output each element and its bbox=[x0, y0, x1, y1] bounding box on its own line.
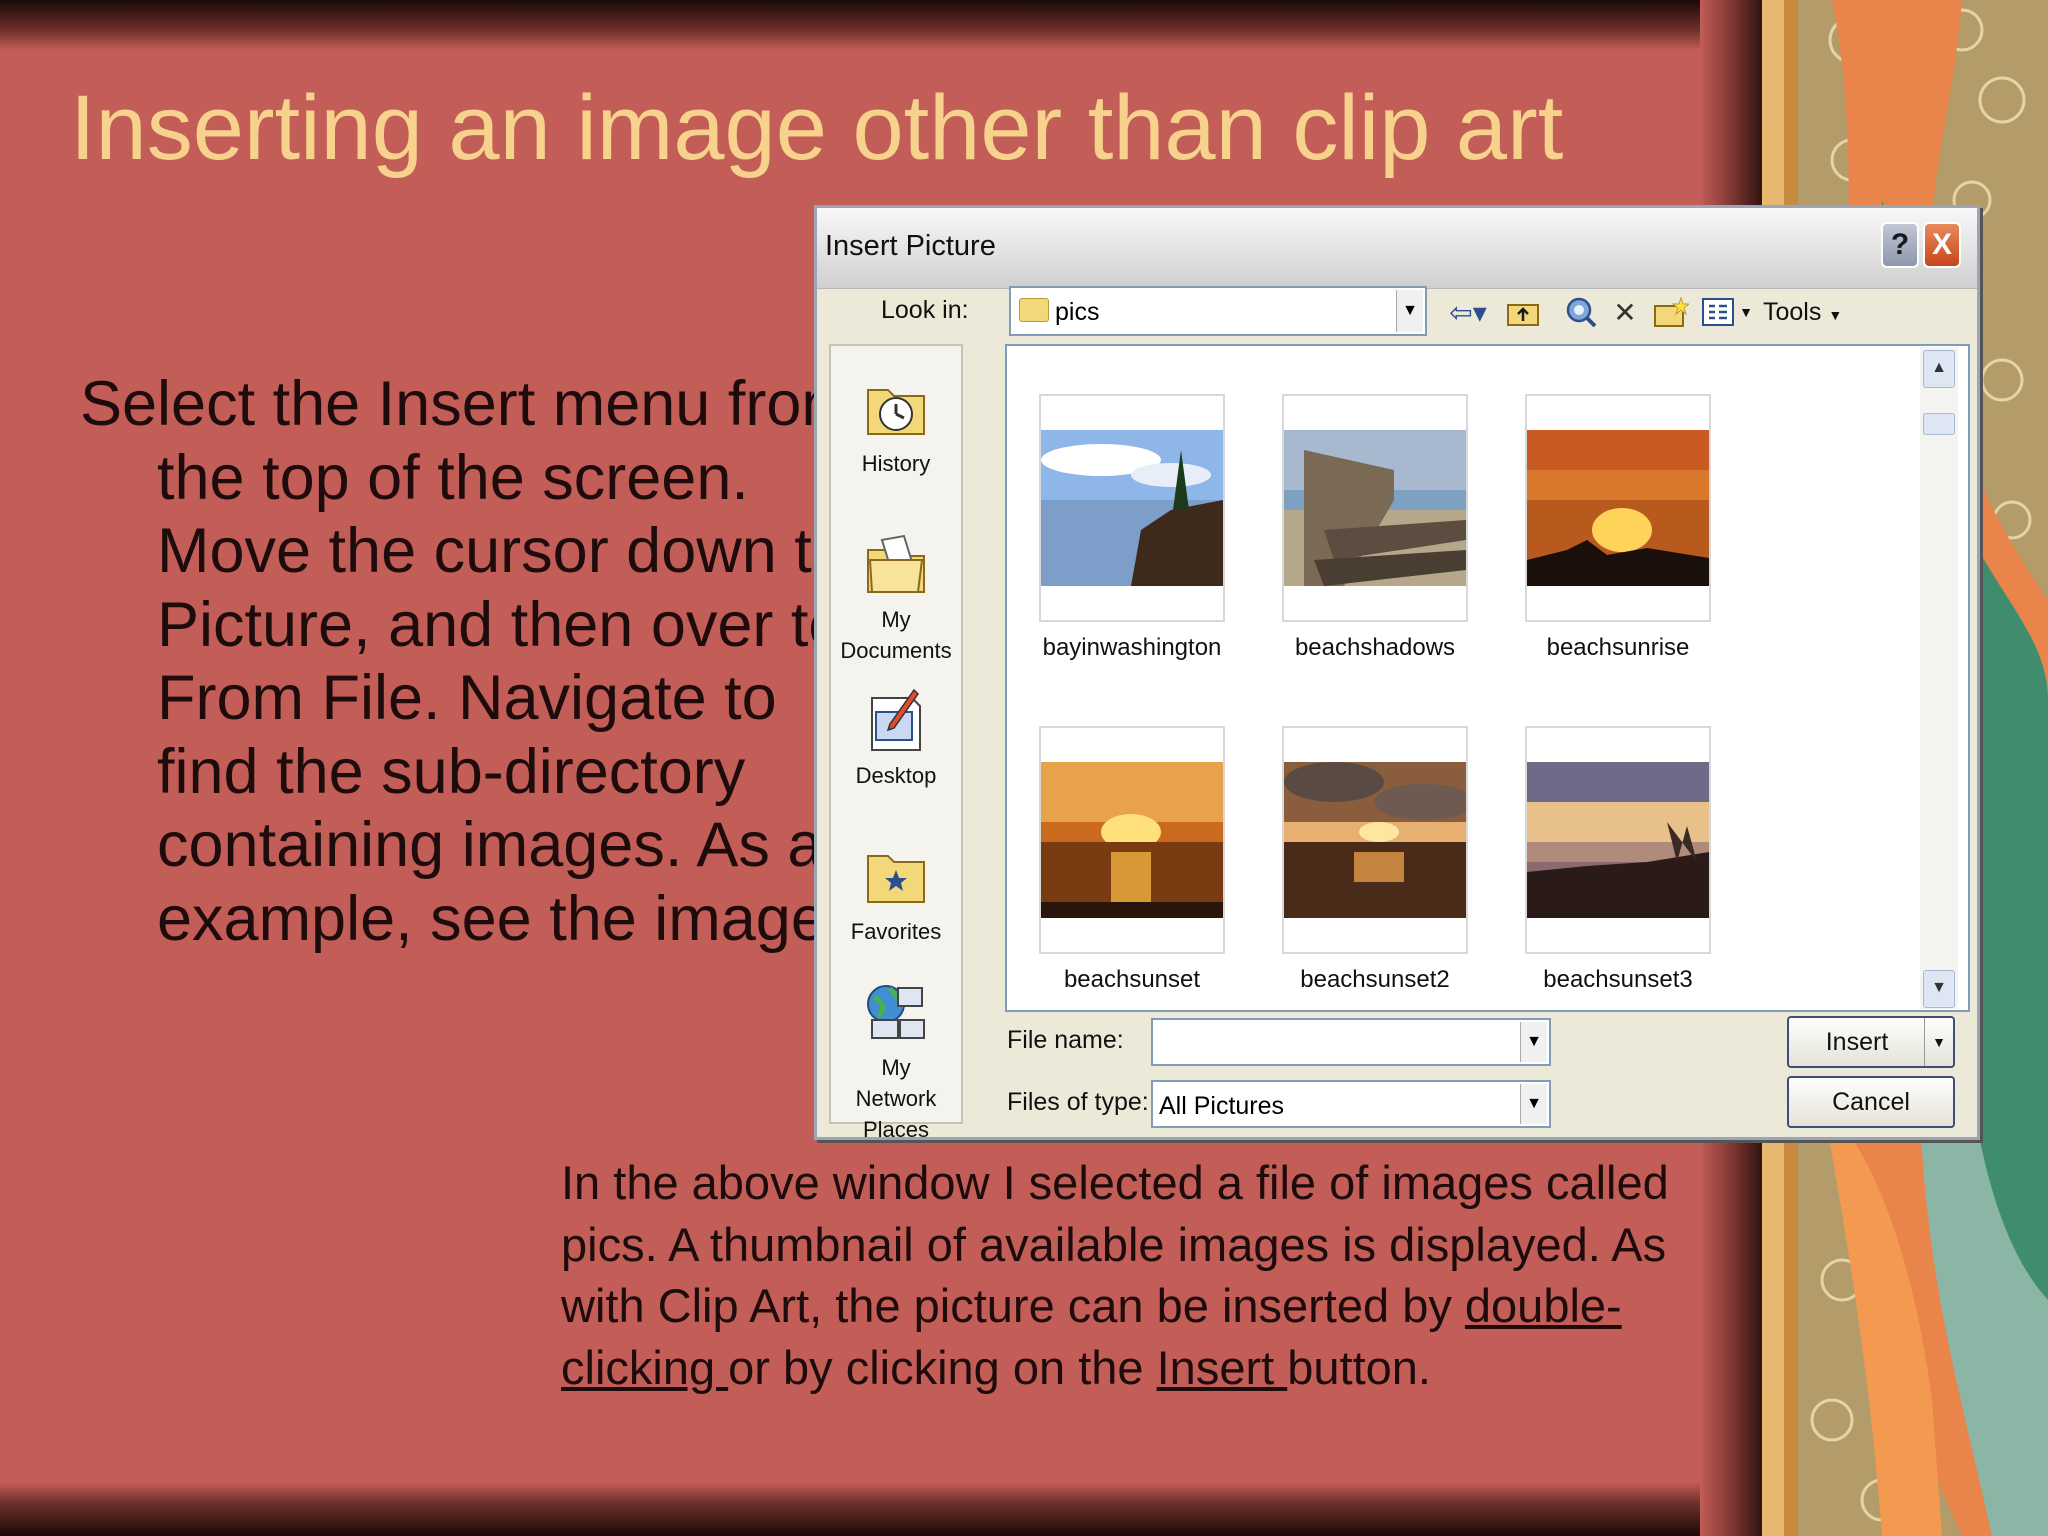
dialog-title: Insert Picture bbox=[825, 230, 996, 262]
search-web-icon[interactable] bbox=[1561, 292, 1601, 332]
caption-text: button. bbox=[1287, 1340, 1431, 1394]
slide-title: Inserting an image other than clip art bbox=[70, 77, 1564, 179]
file-name-input[interactable]: ▼ bbox=[1151, 1018, 1551, 1066]
place-label: My Documents bbox=[840, 607, 952, 663]
files-of-type-label: Files of type: bbox=[1007, 1088, 1149, 1116]
thumbnail-beachsunrise[interactable] bbox=[1525, 394, 1711, 622]
files-of-type-dropdown[interactable]: All Pictures ▼ bbox=[1151, 1080, 1551, 1128]
place-my-documents[interactable]: My Documents bbox=[831, 532, 961, 666]
desktop-icon bbox=[871, 688, 921, 751]
place-label: Favorites bbox=[850, 919, 942, 944]
image-beachsunset bbox=[1041, 762, 1223, 918]
delete-icon[interactable]: ✕ bbox=[1607, 292, 1643, 332]
file-name-beachsunrise: beachsunrise bbox=[1546, 634, 1690, 661]
file-name-bayinwashington: bayinwashington bbox=[1042, 634, 1222, 661]
image-beachshadows bbox=[1284, 430, 1466, 586]
thumbnail-bayinwashington[interactable] bbox=[1039, 394, 1225, 622]
vertical-scrollbar[interactable]: ▲ ▼ bbox=[1920, 347, 1958, 1009]
slide-frame-top bbox=[0, 0, 1770, 50]
chevron-down-icon[interactable]: ▼ bbox=[1924, 1018, 1953, 1066]
chevron-down-icon[interactable]: ▼ bbox=[1520, 1084, 1547, 1124]
thumbnail-beachshadows[interactable] bbox=[1282, 394, 1468, 622]
slide-caption: In the above window I selected a file of… bbox=[561, 1152, 1701, 1398]
place-history[interactable]: History bbox=[831, 376, 961, 479]
look-in-value: pics bbox=[1055, 298, 1100, 326]
file-name-beachshadows: beachshadows bbox=[1294, 634, 1456, 661]
image-beachsunset3 bbox=[1527, 762, 1709, 918]
thumbnail-beachsunset2[interactable] bbox=[1282, 726, 1468, 954]
scrollbar-thumb[interactable] bbox=[1923, 413, 1955, 435]
files-of-type-value: All Pictures bbox=[1159, 1092, 1285, 1120]
place-label: My Network Places bbox=[855, 1055, 937, 1142]
cancel-button-label: Cancel bbox=[1832, 1087, 1910, 1116]
views-icon[interactable]: ▼ bbox=[1697, 292, 1757, 332]
file-name-beachsunset: beachsunset bbox=[1063, 966, 1201, 993]
caption-link-insert: Insert bbox=[1156, 1340, 1288, 1394]
chevron-up-icon[interactable]: ▲ bbox=[1923, 350, 1955, 388]
file-thumbnail-view[interactable]: bayinwashington beachshadows beachsunris… bbox=[1005, 344, 1970, 1012]
file-name-label: File name: bbox=[1007, 1026, 1124, 1054]
place-desktop[interactable]: Desktop bbox=[831, 688, 961, 791]
look-in-label: Look in: bbox=[881, 296, 969, 324]
cancel-button[interactable]: Cancel bbox=[1787, 1076, 1955, 1128]
place-my-network-places[interactable]: My Network Places bbox=[831, 980, 961, 1145]
image-beachsunrise bbox=[1527, 430, 1709, 586]
place-label: Desktop bbox=[855, 763, 937, 788]
file-name-beachsunset3: beachsunset3 bbox=[1543, 966, 1693, 993]
place-label: History bbox=[861, 451, 931, 476]
insert-button-label: Insert bbox=[1825, 1027, 1889, 1056]
place-favorites[interactable]: Favorites bbox=[831, 844, 961, 947]
chevron-down-icon[interactable]: ▼ bbox=[1520, 1022, 1547, 1062]
chevron-down-icon[interactable]: ▼ bbox=[1396, 290, 1423, 332]
help-button[interactable]: ? bbox=[1881, 222, 1919, 268]
folder-icon bbox=[1019, 298, 1049, 322]
file-name-beachsunset2: beachsunset2 bbox=[1300, 966, 1450, 993]
slide: Inserting an image other than clip art S… bbox=[0, 0, 2048, 1536]
caption-text: or by clicking on the bbox=[728, 1340, 1157, 1394]
new-folder-icon[interactable] bbox=[1651, 292, 1691, 332]
slide-frame-bottom bbox=[0, 1482, 1770, 1536]
chevron-down-icon[interactable]: ▼ bbox=[1923, 970, 1955, 1008]
history-icon bbox=[867, 389, 925, 435]
thumbnail-beachsunset3[interactable] bbox=[1525, 726, 1711, 954]
network-places-icon bbox=[867, 985, 925, 1039]
insert-picture-dialog: Insert Picture ? X Look in: pics ▼ ⇦▾ ✕ … bbox=[814, 205, 1980, 1142]
tools-menu[interactable]: Tools ▼ bbox=[1763, 298, 1842, 327]
image-beachsunset2 bbox=[1284, 762, 1466, 918]
slide-body-text: Select the Insert menu from the top of t… bbox=[80, 369, 858, 954]
dialog-titlebar[interactable]: Insert Picture ? X bbox=[817, 208, 1977, 289]
thumbnail-beachsunset[interactable] bbox=[1039, 726, 1225, 954]
my-documents-icon bbox=[867, 534, 925, 593]
look-in-dropdown[interactable]: pics ▼ bbox=[1009, 286, 1427, 336]
insert-button[interactable]: Insert ▼ bbox=[1787, 1016, 1955, 1068]
favorites-icon bbox=[867, 855, 925, 903]
close-button[interactable]: X bbox=[1923, 222, 1961, 268]
tools-label: Tools bbox=[1763, 298, 1822, 326]
image-bayinwashington bbox=[1041, 430, 1223, 586]
back-icon[interactable]: ⇦▾ bbox=[1443, 292, 1493, 332]
places-bar: History My Documents Desktop Favorites M… bbox=[829, 344, 963, 1142]
up-folder-icon[interactable] bbox=[1503, 292, 1543, 332]
